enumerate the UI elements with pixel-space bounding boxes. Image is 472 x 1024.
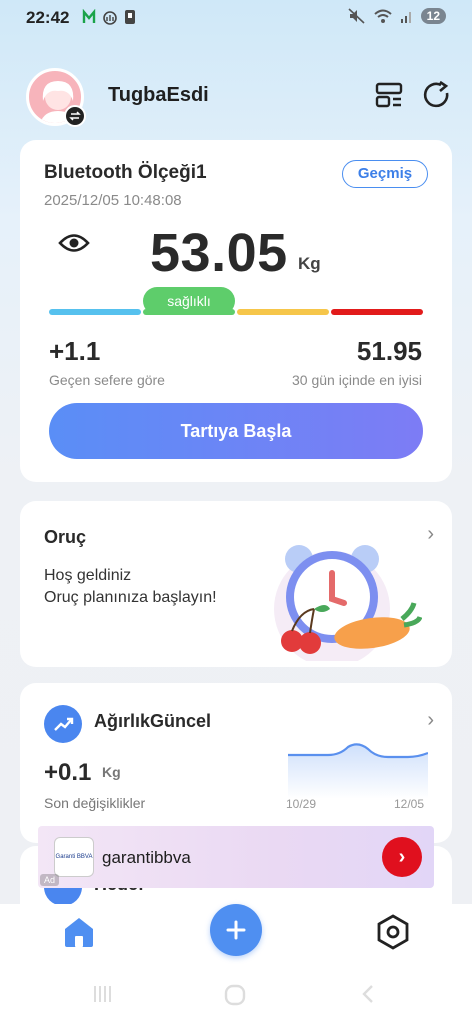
- fasting-card[interactable]: Oruç › Hoş geldiniz Oruç planınıza başla…: [20, 501, 452, 667]
- home-icon[interactable]: [62, 916, 96, 948]
- device-list-icon[interactable]: [374, 80, 404, 110]
- trend-up-icon: [44, 705, 82, 743]
- refresh-icon[interactable]: [422, 80, 452, 110]
- weight-change-label: Son değişiklikler: [44, 795, 146, 811]
- history-button[interactable]: Geçmiş: [342, 160, 428, 188]
- status-badge: sağlıklı: [143, 287, 235, 315]
- fasting-prompt: Oruç planınıza başlayın!: [44, 589, 217, 606]
- status-bar: 22:42 12: [0, 0, 472, 38]
- advertiser-logo: Garanti BBVA: [54, 837, 94, 877]
- start-weighing-button[interactable]: Tartıya Başla: [49, 403, 423, 459]
- back-icon[interactable]: [360, 984, 376, 1004]
- weight-change-value: +0.1: [44, 759, 92, 786]
- wifi-calling-icon: [103, 11, 117, 25]
- chevron-right-icon: ›: [427, 523, 434, 545]
- advertiser-name: garantibbva: [102, 848, 191, 867]
- best-value: 51.95: [356, 336, 422, 366]
- signal-icon: [400, 12, 411, 23]
- bmi-segment-obese: [331, 309, 423, 315]
- chart-start-date: 10/29: [286, 797, 317, 811]
- scale-card: Bluetooth Ölçeği1 2025/12/05 10:48:08 Ge…: [20, 140, 452, 482]
- best-label: 30 gün içinde en iyisi: [292, 372, 422, 388]
- eye-icon[interactable]: [58, 232, 90, 254]
- app-notification-icon: [82, 9, 96, 23]
- weight-unit: Kg: [298, 254, 321, 273]
- switch-user-icon[interactable]: [64, 105, 86, 127]
- weight-value: 53.05: [150, 223, 288, 283]
- username[interactable]: TugbaEsdi: [108, 84, 209, 107]
- ad-banner[interactable]: Garanti BBVA garantibbva › Ad: [38, 826, 434, 888]
- chevron-right-icon: ›: [427, 709, 434, 731]
- status-time: 22:42: [26, 8, 70, 27]
- recent-apps-icon[interactable]: [92, 984, 112, 1004]
- sim-icon: [125, 10, 135, 24]
- home-button-icon[interactable]: [224, 984, 246, 1006]
- delta-value: +1.1: [49, 336, 101, 366]
- weight-update-title: AğırlıkGüncel: [94, 711, 212, 731]
- ad-label: Ad: [40, 874, 60, 886]
- mute-icon: [348, 8, 365, 24]
- wifi-icon: [373, 9, 392, 23]
- status-right: 12: [348, 8, 446, 24]
- chart-end-date: 12/05: [394, 797, 425, 811]
- notification-icons: [82, 9, 136, 25]
- alarm-clock-illustration: [274, 545, 422, 661]
- fasting-welcome: Hoş geldiniz: [44, 567, 132, 584]
- weight-change-unit: Kg: [102, 764, 121, 780]
- fasting-title: Oruç: [44, 527, 87, 547]
- add-measurement-button[interactable]: [210, 904, 262, 956]
- measurement-datetime: 2025/12/05 10:48:08: [44, 192, 182, 209]
- weight-trend-sparkline: [288, 743, 428, 799]
- ad-open-button[interactable]: ›: [382, 837, 422, 877]
- bmi-segment-overweight: [237, 309, 329, 315]
- system-nav-bar: [0, 964, 472, 1024]
- settings-icon[interactable]: [376, 914, 410, 950]
- scale-name: Bluetooth Ölçeği1: [44, 162, 207, 183]
- battery-level: 12: [420, 8, 446, 24]
- bmi-segment-underweight: [49, 309, 141, 315]
- plus-icon: [226, 920, 246, 940]
- delta-label: Geçen sefere göre: [49, 372, 165, 388]
- weight-update-card[interactable]: AğırlıkGüncel › +0.1 Kg Son değişiklikle…: [20, 683, 452, 843]
